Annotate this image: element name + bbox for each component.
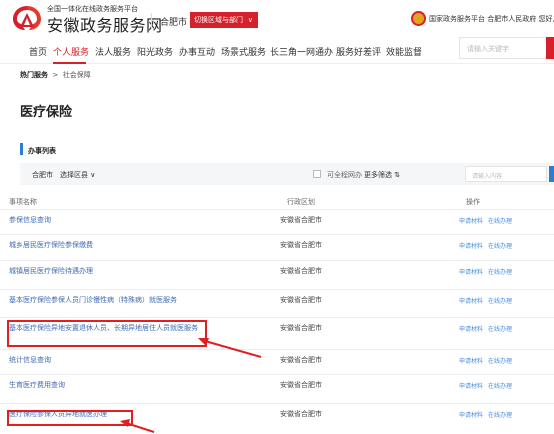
table-row-divider xyxy=(0,403,554,404)
item-region: 安徽省合肥市 xyxy=(280,324,322,332)
nav-item-personal[interactable]: 个人服务 xyxy=(53,45,89,58)
item-region: 安徽省合肥市 xyxy=(280,296,322,304)
table-row-divider xyxy=(0,374,554,375)
search-button[interactable] xyxy=(546,37,554,59)
item-region: 安徽省合肥市 xyxy=(280,216,322,224)
breadcrumb-current[interactable]: 社会保障 xyxy=(63,71,91,79)
online-apply-link[interactable]: 在线办理 xyxy=(488,356,512,365)
nav-item-scenario[interactable]: 场景式服务 xyxy=(221,45,266,58)
item-name-link[interactable]: 参保信息查询 xyxy=(9,215,219,226)
materials-link[interactable]: 申请材料 xyxy=(459,216,483,225)
item-region: 安徽省合肥市 xyxy=(280,381,322,389)
column-header-actions: 操作 xyxy=(466,198,480,206)
switch-region-label: 切换区域与部门 xyxy=(194,16,243,24)
table-row-divider xyxy=(0,349,554,350)
materials-link[interactable]: 申请材料 xyxy=(459,241,483,250)
materials-link[interactable]: 申请材料 xyxy=(459,267,483,276)
header-links[interactable]: 国家政务服务平台 合肥市人民政府 您好, xyxy=(429,14,554,24)
site-title[interactable]: 安徽政务服务网 xyxy=(47,12,163,36)
current-city: 合肥市 xyxy=(160,18,188,28)
site-logo-icon[interactable] xyxy=(12,5,42,31)
item-name-link[interactable]: 统计信息查询 xyxy=(9,355,219,366)
online-apply-link[interactable]: 在线办理 xyxy=(488,267,512,276)
item-name-link[interactable]: 城乡居民医疗保险参保缴费 xyxy=(9,240,219,251)
section-accent-bar xyxy=(20,143,23,155)
nav-item-supervision[interactable]: 效能监督 xyxy=(386,45,422,58)
table-row-divider xyxy=(0,234,554,235)
table-divider xyxy=(0,209,554,210)
table-row-divider xyxy=(0,317,554,318)
section-title: 办事列表 xyxy=(28,147,56,155)
chevron-down-icon: ∨ xyxy=(247,16,253,24)
online-apply-link[interactable]: 在线办理 xyxy=(488,410,512,419)
filter-area-select[interactable]: 选择区县 ∨ xyxy=(60,170,95,180)
search-input[interactable]: 请输入关键字 xyxy=(459,37,554,59)
nav-item-open-gov[interactable]: 阳光政务 xyxy=(137,45,173,58)
breadcrumb: 热门服务 > 社会保障 xyxy=(20,70,91,80)
table-row-divider xyxy=(0,260,554,261)
nav-item-rating[interactable]: 服务好差评 xyxy=(336,45,381,58)
item-region: 安徽省合肥市 xyxy=(280,241,322,249)
online-apply-link[interactable]: 在线办理 xyxy=(488,324,512,333)
nav-item-home[interactable]: 首页 xyxy=(29,45,47,58)
filter-search-input[interactable]: 请输入内容 xyxy=(465,166,547,182)
active-tab-indicator xyxy=(53,62,86,64)
item-name-link[interactable]: 生育医疗费用查询 xyxy=(9,380,219,391)
switch-region-button[interactable]: 切换区域与部门 ∨ xyxy=(190,12,258,28)
online-only-checkbox[interactable] xyxy=(313,170,321,178)
online-apply-link[interactable]: 在线办理 xyxy=(488,241,512,250)
breadcrumb-separator: > xyxy=(52,71,59,79)
item-name-link[interactable]: 城镇居民医疗保险待遇办理 xyxy=(9,266,219,277)
nav-item-yrd[interactable]: 长三角一网通办 xyxy=(270,45,333,58)
column-header-region: 行政区划 xyxy=(287,198,315,206)
header-divider xyxy=(151,13,152,29)
filter-bar: 合肥市 选择区县 ∨ 可全程网办 更多筛选 ⇅ 请输入内容 xyxy=(20,163,554,185)
national-emblem-icon xyxy=(411,11,426,26)
item-name-link[interactable]: 基本医疗保险参保人员门诊慢性病（特殊病）就医服务 xyxy=(9,295,219,306)
materials-link[interactable]: 申请材料 xyxy=(459,296,483,305)
filter-city[interactable]: 合肥市 xyxy=(32,170,53,180)
nav-item-interaction[interactable]: 办事互动 xyxy=(179,45,215,58)
online-only-label: 可全程网办 xyxy=(327,171,362,179)
annotation-arrow-icon xyxy=(198,338,262,358)
item-region: 安徽省合肥市 xyxy=(280,356,322,364)
filter-search-button[interactable] xyxy=(549,166,554,182)
materials-link[interactable]: 申请材料 xyxy=(459,356,483,365)
online-apply-link[interactable]: 在线办理 xyxy=(488,296,512,305)
more-filters-button[interactable]: 更多筛选 ⇅ xyxy=(364,170,400,180)
online-apply-link[interactable]: 在线办理 xyxy=(488,381,512,390)
online-apply-link[interactable]: 在线办理 xyxy=(488,216,512,225)
table-row-divider xyxy=(0,289,554,290)
page-title: 医疗保险 xyxy=(20,105,73,120)
highlight-box xyxy=(7,410,133,426)
materials-link[interactable]: 申请材料 xyxy=(459,381,483,390)
item-region: 安徽省合肥市 xyxy=(280,267,322,275)
item-region: 安徽省合肥市 xyxy=(280,410,322,418)
site-header: 全国一体化在线政务服务平台 安徽政务服务网 合肥市 切换区域与部门 ∨ 国家政务… xyxy=(0,0,554,38)
highlight-box xyxy=(7,320,207,347)
materials-link[interactable]: 申请材料 xyxy=(459,410,483,419)
breadcrumb-root[interactable]: 热门服务 xyxy=(20,71,48,79)
annotation-arrow-icon xyxy=(120,419,155,433)
materials-link[interactable]: 申请材料 xyxy=(459,324,483,333)
nav-item-legal[interactable]: 法人服务 xyxy=(95,45,131,58)
column-header-name: 事项名称 xyxy=(9,198,37,206)
